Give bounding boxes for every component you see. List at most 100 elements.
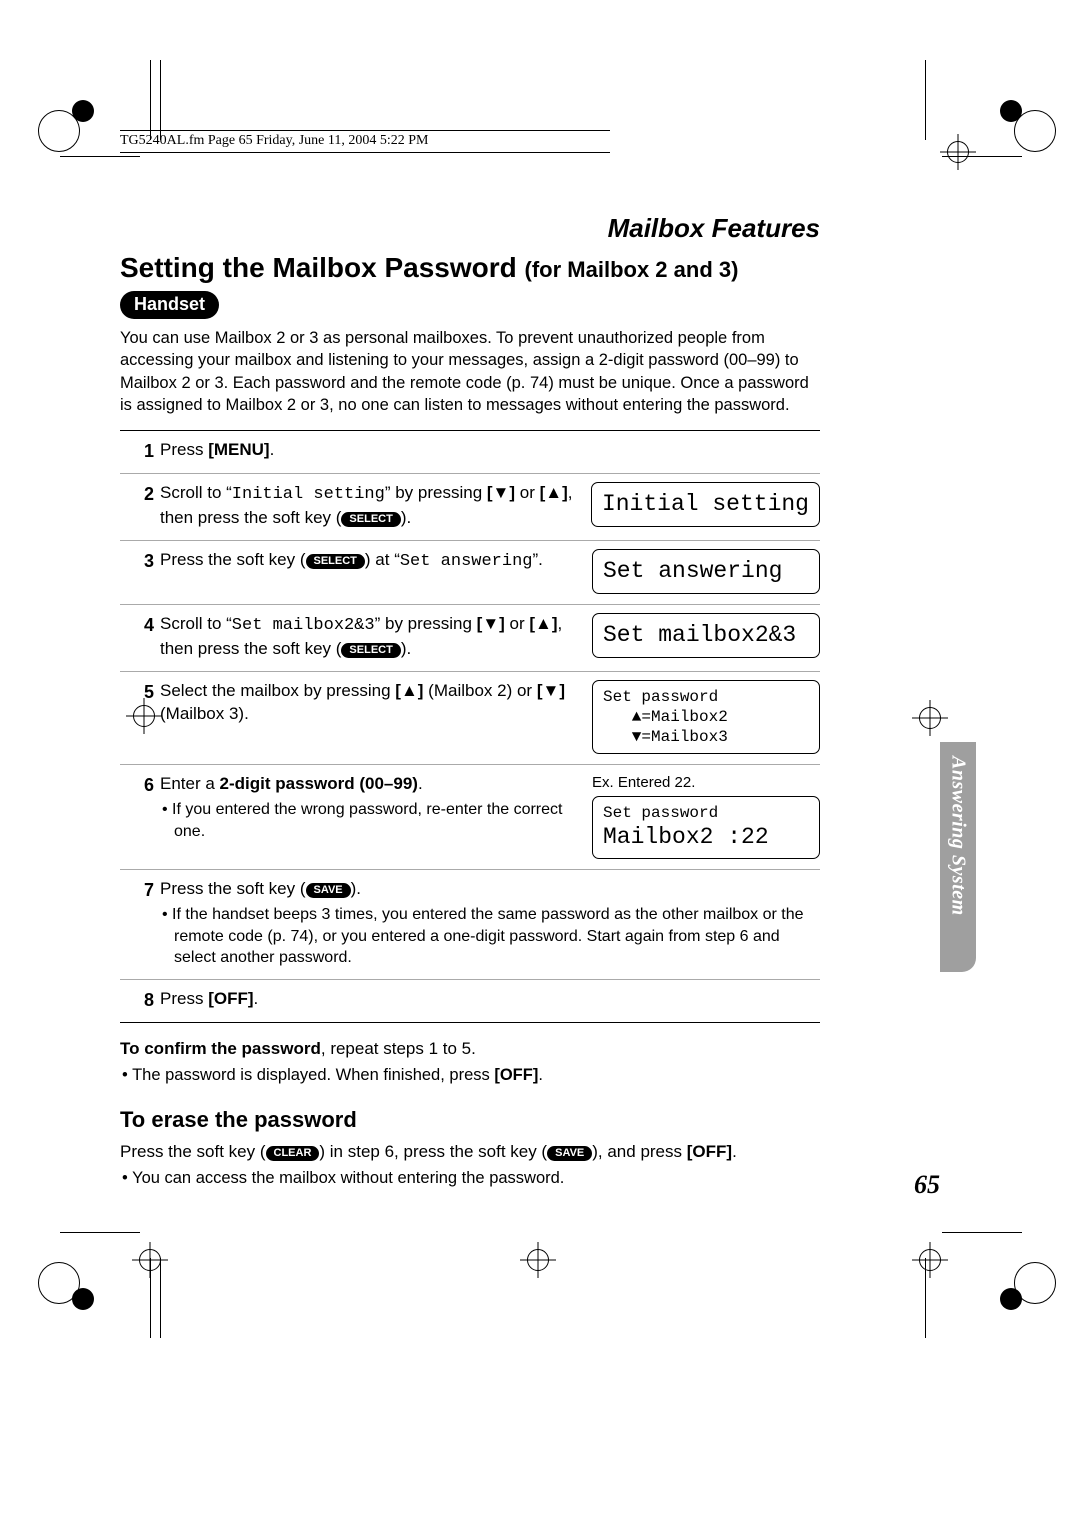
text: .: [732, 1142, 737, 1161]
step-5: 5 Select the mailbox by pressing [▲] (Ma…: [120, 672, 820, 765]
off-key: [OFF]: [208, 989, 253, 1008]
step-number: 8: [120, 988, 160, 1012]
lcd-line: Mailbox2 :22: [603, 823, 809, 852]
text: ”.: [532, 550, 542, 569]
text: or: [505, 614, 530, 633]
lcd-display: Set mailbox2&3: [592, 613, 820, 658]
crossmark-tr: [940, 134, 976, 170]
menu-key: [MENU]: [208, 440, 269, 459]
text: Press: [160, 440, 208, 459]
handset-pill: Handset: [120, 291, 219, 319]
step-number: 7: [120, 878, 160, 902]
text: .: [538, 1066, 543, 1084]
save-softkey-icon: SAVE: [547, 1146, 592, 1161]
regmark-br: [996, 1252, 1056, 1312]
select-softkey-icon: SELECT: [341, 512, 400, 527]
text: or: [515, 483, 540, 502]
text: Select the mailbox by pressing: [160, 681, 395, 700]
up-arrow-key: [▲]: [529, 614, 557, 633]
cropline: [160, 60, 161, 140]
text: Press the soft key (: [120, 1142, 266, 1161]
lcd-line: Set answering: [603, 556, 809, 587]
lcd-display: Initial setting: [591, 482, 820, 527]
text: ” by pressing: [385, 483, 487, 502]
lcd-line: Set password: [603, 803, 809, 823]
cropline: [925, 1258, 926, 1338]
select-softkey-icon: SELECT: [341, 643, 400, 658]
step-bullet: If the handset beeps 3 times, you entere…: [160, 904, 820, 969]
text: ).: [401, 639, 411, 658]
step-number: 1: [120, 439, 160, 463]
intro-paragraph: You can use Mailbox 2 or 3 as personal m…: [120, 327, 820, 416]
side-tab-label: Answering System: [947, 756, 970, 916]
regmark-tl: [38, 100, 98, 160]
title-sub: (for Mailbox 2 and 3): [525, 257, 739, 282]
lcd-text-inline: Set answering: [400, 552, 533, 571]
lcd-display: Set password ▲=Mailbox2 ▼=Mailbox3: [592, 680, 820, 754]
step-number: 4: [120, 613, 160, 637]
page-number: 65: [914, 1170, 940, 1200]
step-4: 4 Scroll to “Set mailbox2&3” by pressing…: [120, 605, 820, 672]
step-7: 7 Press the soft key (SAVE). If the hand…: [120, 870, 820, 980]
cropline: [160, 1258, 161, 1338]
text: , repeat steps 1 to 5.: [321, 1039, 476, 1058]
side-tab: Answering System: [940, 742, 976, 972]
text: (Mailbox 2) or: [423, 681, 536, 700]
lcd-line: Set password: [603, 687, 809, 707]
text: ) at “: [365, 550, 400, 569]
page-title: Setting the Mailbox Password (for Mailbo…: [120, 250, 920, 285]
confirm-section: To confirm the password, repeat steps 1 …: [120, 1037, 820, 1190]
step-number: 3: [120, 549, 160, 573]
text: Enter a: [160, 774, 220, 793]
lcd-line: ▼=Mailbox3: [603, 727, 809, 747]
text: Press: [160, 989, 208, 1008]
example-label: Ex. Entered 22.: [592, 773, 820, 793]
lcd-text-inline: Set mailbox2&3: [232, 616, 375, 635]
text: .: [254, 989, 259, 1008]
regmark-tr: [996, 100, 1056, 160]
step-8: 8 Press [OFF].: [120, 980, 820, 1023]
crossmark-br: [912, 1242, 948, 1278]
confirm-bullet: The password is displayed. When finished…: [120, 1064, 820, 1087]
cropline: [150, 60, 151, 140]
text: ” by pressing: [375, 614, 477, 633]
off-key: [OFF]: [494, 1066, 538, 1084]
text: Scroll to “: [160, 483, 232, 502]
text: Press the soft key (: [160, 550, 306, 569]
file-tag: TG5240AL.fm Page 65 Friday, June 11, 200…: [120, 130, 610, 153]
lcd-display: Set password Mailbox2 :22: [592, 796, 820, 859]
text-bold: 2-digit password (00–99): [220, 774, 418, 793]
cropline: [150, 1258, 151, 1338]
cropline: [925, 60, 926, 140]
lcd-line: ▲=Mailbox2: [603, 707, 809, 727]
off-key: [OFF]: [687, 1142, 732, 1161]
clear-softkey-icon: CLEAR: [266, 1146, 320, 1161]
step-6: 6 Enter a 2-digit password (00–99). If y…: [120, 765, 820, 870]
text: .: [418, 774, 423, 793]
confirm-lead: To confirm the password: [120, 1039, 321, 1058]
down-arrow-key: [▼]: [487, 483, 515, 502]
crossmark-bc: [520, 1242, 556, 1278]
up-arrow-key: [▲]: [395, 681, 423, 700]
cropline: [942, 156, 1022, 157]
title-main: Setting the Mailbox Password: [120, 252, 525, 283]
erase-line: Press the soft key (CLEAR) in step 6, pr…: [120, 1140, 820, 1164]
steps-list: 1 Press [MENU]. 2 Scroll to “ Initial set…: [120, 430, 820, 1023]
save-softkey-icon: SAVE: [306, 883, 351, 898]
text: ), and press: [592, 1142, 687, 1161]
lcd-line: Set mailbox2&3: [603, 620, 809, 651]
lcd-line: Initial setting: [602, 489, 809, 520]
down-arrow-key: [▼]: [477, 614, 505, 633]
text: ).: [351, 879, 361, 898]
regmark-bl: [38, 1252, 98, 1312]
cropline: [942, 1232, 1022, 1233]
step-number: 2: [120, 482, 160, 506]
select-softkey-icon: SELECT: [306, 554, 365, 569]
erase-bullet: You can access the mailbox without enter…: [120, 1167, 820, 1190]
down-arrow-key: [▼]: [537, 681, 565, 700]
step-number: 6: [120, 773, 160, 797]
section-header: Mailbox Features: [120, 213, 820, 244]
step-1: 1 Press [MENU].: [120, 431, 820, 474]
text: The password is displayed. When finished…: [132, 1066, 494, 1084]
text: Scroll to “: [160, 614, 232, 633]
